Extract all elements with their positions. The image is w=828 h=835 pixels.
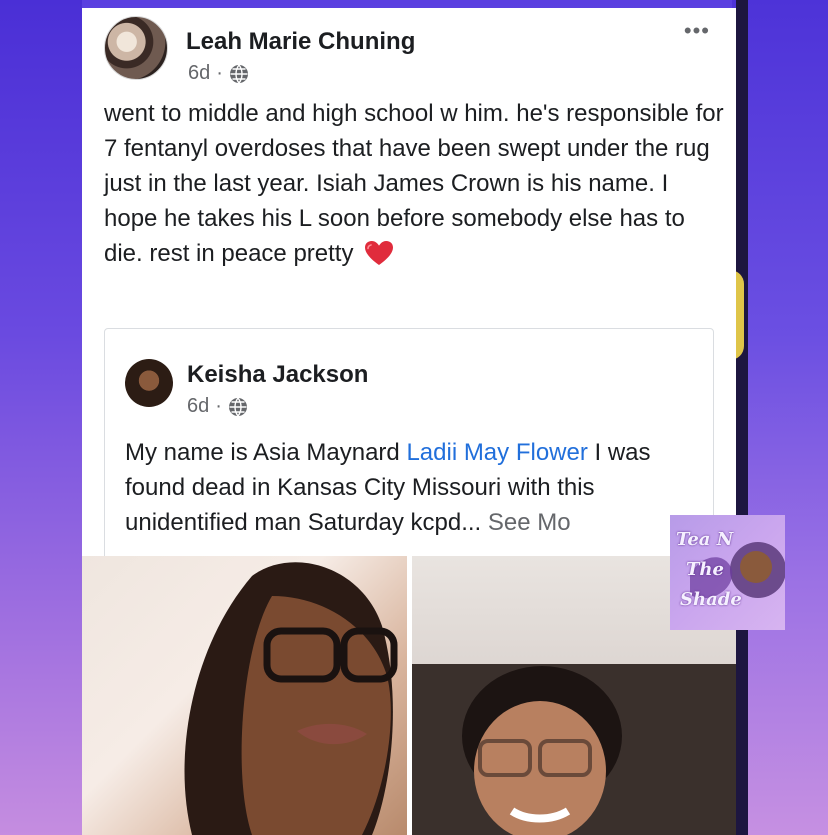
shared-text-start: My name is Asia Maynard (125, 439, 407, 466)
watermark-line-2: The (686, 559, 724, 580)
shared-meta: 6d · (187, 395, 248, 418)
shared-avatar[interactable] (125, 359, 173, 407)
shared-text: My name is Asia Maynard Ladii May Flower… (125, 435, 685, 540)
profile-link[interactable]: Ladii May Flower (406, 439, 587, 466)
shared-post[interactable]: Keisha Jackson 6d · My name is Asia Mayn… (104, 328, 714, 568)
watermark-line-1: Tea N (676, 529, 734, 550)
more-icon[interactable]: ••• (684, 18, 710, 44)
heart-icon (365, 241, 394, 265)
shared-separator: · (215, 395, 222, 417)
avatar[interactable] (104, 16, 168, 80)
photo-woman-illustration (184, 562, 398, 835)
globe-icon (229, 64, 248, 83)
shared-time[interactable]: 6d (187, 395, 209, 418)
post-header: Leah Marie Chuning 6d · ••• (104, 16, 714, 86)
globe-icon (228, 397, 247, 416)
author-name[interactable]: Leah Marie Chuning (186, 28, 415, 56)
tea-n-the-shade-watermark: Tea N The Shade (670, 515, 785, 630)
post-meta: 6d · (188, 62, 249, 85)
background-left (0, 0, 82, 835)
post-card: Leah Marie Chuning 6d · ••• went to midd… (82, 8, 736, 568)
see-more-link[interactable]: See Mo (488, 509, 571, 536)
post-time[interactable]: 6d (188, 62, 210, 85)
post-body: went to middle and high school w him. he… (104, 100, 724, 267)
photo-woman[interactable] (82, 556, 407, 835)
background-dark-column (736, 0, 748, 835)
meta-separator: · (216, 62, 223, 84)
watermark-line-3: Shade (680, 589, 742, 610)
post-text: went to middle and high school w him. he… (104, 96, 724, 271)
shared-author-name[interactable]: Keisha Jackson (187, 361, 368, 389)
watermark-text: Tea N The Shade (676, 525, 742, 615)
